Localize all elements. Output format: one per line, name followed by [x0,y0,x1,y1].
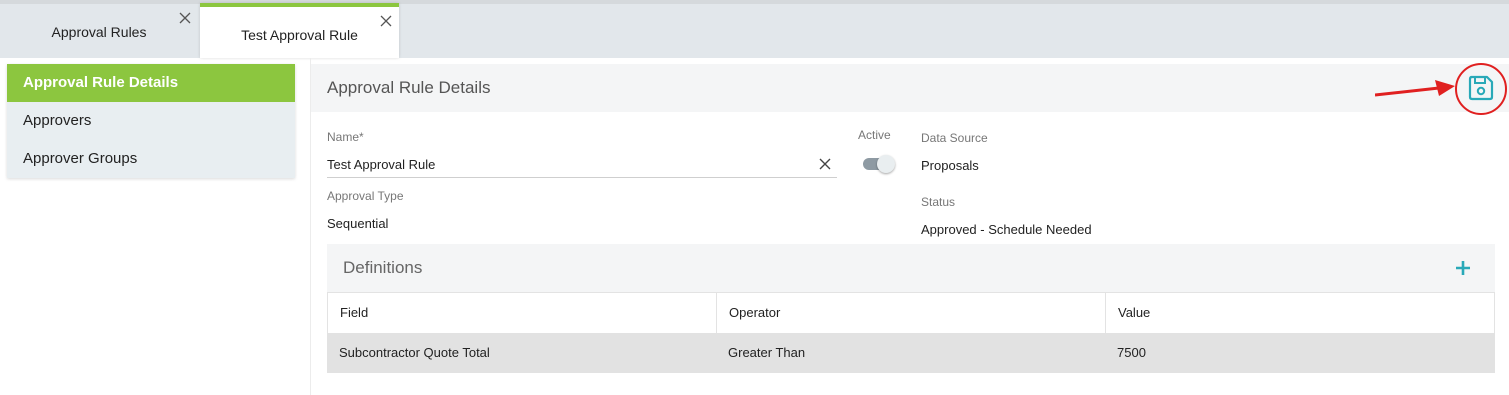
approval-type-label: Approval Type [327,189,404,203]
panel-header: Approval Rule Details [311,64,1509,112]
table-row[interactable]: Subcontractor Quote Total Greater Than 7… [327,333,1495,373]
table-cell-field: Subcontractor Quote Total [339,345,490,360]
status-value: Approved - Schedule Needed [921,222,1092,237]
column-header-value[interactable]: Value [1106,293,1496,333]
sidebar-item-approver-groups[interactable]: Approver Groups [7,140,295,178]
plus-icon[interactable] [1455,260,1471,276]
save-icon[interactable] [1467,74,1495,102]
sidebar-item-approvers[interactable]: Approvers [7,102,295,140]
annotation-arrow-icon [1375,80,1455,97]
definitions-header: Definitions [327,244,1495,292]
tab-label: Test Approval Rule [241,27,358,43]
page-title: Approval Rule Details [327,78,491,97]
name-label: Name* [327,130,364,144]
approval-type-value: Sequential [327,216,389,231]
tab-test-approval-rule[interactable]: Test Approval Rule [200,3,399,58]
sidebar: Approval Rule Details Approvers Approver… [7,64,295,178]
table-header: Field Operator Value [327,292,1495,333]
table-cell-operator: Greater Than [728,345,806,360]
definitions-title: Definitions [343,258,423,277]
name-input[interactable] [327,152,837,178]
tab-label: Approval Rules [51,24,147,40]
close-icon[interactable] [379,14,393,28]
sidebar-item-approval-rule-details[interactable]: Approval Rule Details [7,64,295,102]
active-label: Active [858,128,891,142]
active-toggle[interactable] [863,155,896,173]
toggle-knob [877,155,895,173]
clear-icon[interactable] [818,157,832,171]
definitions-table: Field Operator Value Subcontractor Quote… [327,292,1495,373]
close-icon[interactable] [178,11,192,25]
status-label: Status [921,195,956,209]
table-cell-value: 7500 [1117,345,1146,360]
column-header-field[interactable]: Field [328,293,717,333]
data-source-value: Proposals [921,158,979,173]
column-header-operator[interactable]: Operator [717,293,1106,333]
tab-approval-rules[interactable]: Approval Rules [0,4,198,58]
data-source-label: Data Source [921,131,988,145]
